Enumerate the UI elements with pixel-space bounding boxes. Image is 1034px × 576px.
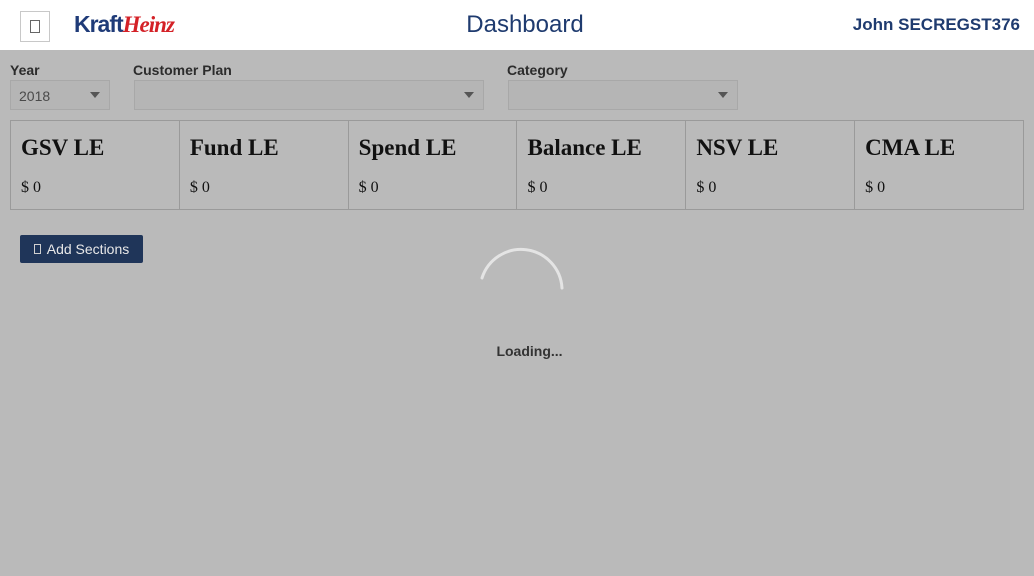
kpi-title: Spend LE: [358, 135, 457, 160]
year-select-value: 2018: [19, 88, 51, 104]
kpi-title: CMA LE: [865, 135, 956, 160]
top-bar: KraftHeinz Dashboard John SECREGST376: [0, 0, 1034, 50]
kpi-value: $ 0: [865, 179, 886, 196]
kpi-card-fund: Fund LE $ 0: [180, 121, 349, 209]
customer-plan-label: Customer Plan: [133, 62, 232, 78]
kpi-value: $ 0: [696, 179, 717, 196]
add-sections-label: Add Sections: [46, 241, 130, 257]
add-sections-button[interactable]: Add Sections: [20, 235, 143, 263]
kpi-title: Balance LE: [527, 135, 642, 160]
kpi-row: GSV LE $ 0 Fund LE $ 0 Spend LE $ 0 Bala…: [10, 120, 1024, 210]
category-label: Category: [507, 62, 568, 78]
kpi-title: GSV LE: [21, 135, 105, 160]
kpi-card-cma: CMA LE $ 0: [855, 121, 1023, 209]
chevron-down-icon[interactable]: [81, 81, 109, 109]
kpi-card-nsv: NSV LE $ 0: [686, 121, 856, 209]
loading-spinner-icon: [480, 247, 564, 290]
kpi-title: Fund LE: [189, 135, 279, 160]
kpi-card-gsv: GSV LE $ 0: [11, 121, 180, 209]
customer-plan-select[interactable]: [134, 80, 484, 110]
chevron-down-icon[interactable]: [455, 81, 483, 109]
user-name[interactable]: John SECREGST376: [853, 15, 1020, 35]
category-select[interactable]: [508, 80, 738, 110]
chevron-down-icon[interactable]: [709, 81, 737, 109]
year-select[interactable]: 2018: [10, 80, 110, 110]
kpi-value: $ 0: [358, 179, 379, 196]
kpi-card-spend: Spend LE $ 0: [349, 121, 518, 209]
kpi-card-balance: Balance LE $ 0: [517, 121, 687, 209]
kpi-value: $ 0: [189, 179, 210, 196]
loading-text: Loading...: [496, 343, 563, 359]
kpi-title: NSV LE: [696, 135, 779, 160]
kpi-value: $ 0: [527, 179, 548, 196]
kpi-value: $ 0: [21, 179, 41, 196]
add-icon: [33, 244, 41, 254]
year-label: Year: [10, 62, 40, 78]
